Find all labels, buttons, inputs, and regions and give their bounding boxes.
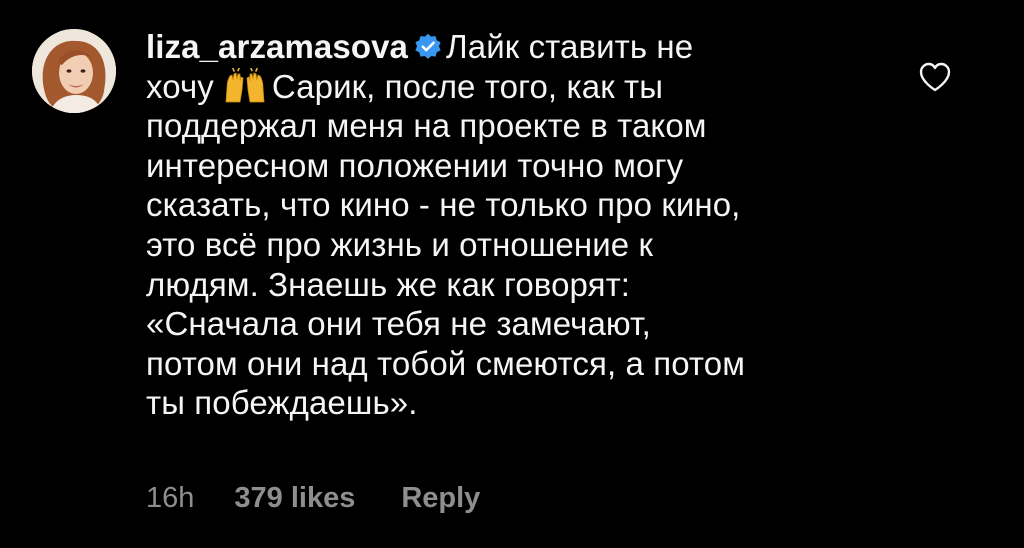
comment-line: поддержал меня на проекте в таком	[146, 107, 707, 145]
comment-time: 16h	[146, 482, 195, 514]
comment-line: «Сначала они тебя не замечают,	[146, 305, 651, 343]
comment-text: хочу	[146, 67, 214, 105]
avatar-image	[32, 29, 116, 113]
comment-body: liza_arzamasova Лайк ставить не хочу Сарик…	[146, 27, 891, 423]
comment-text: Лайк ставить не	[446, 28, 694, 65]
likes-count[interactable]: 379 likes	[234, 482, 355, 515]
comment-line: liza_arzamasova Лайк ставить не	[146, 27, 891, 67]
username[interactable]: liza_arzamasova	[146, 28, 408, 65]
heart-outline-icon[interactable]	[918, 61, 952, 93]
comment-text: Сарик, после того, как ты	[271, 67, 664, 105]
avatar[interactable]	[32, 29, 116, 113]
raising-hands-emoji	[222, 67, 268, 104]
comment-meta: 16h 379 likes Reply	[146, 482, 480, 515]
comment-line: хочу Сарик, после того, как ты	[146, 67, 891, 107]
verified-badge-icon	[414, 33, 442, 61]
comment-line: интересном положении точно могу	[146, 146, 684, 184]
comment-line: людям. Знаешь же как говорят:	[146, 265, 631, 303]
reply-button[interactable]: Reply	[401, 482, 480, 515]
comment-line: потом они над тобой смеются, а потом	[146, 344, 746, 382]
comment: liza_arzamasova Лайк ставить не хочу Сарик…	[0, 0, 1024, 548]
comment-line: сказать, что кино - не только про кино,	[146, 186, 741, 224]
comment-line: это всё про жизнь и отношение к	[146, 225, 653, 263]
comment-line: ты побеждаешь».	[146, 384, 418, 422]
